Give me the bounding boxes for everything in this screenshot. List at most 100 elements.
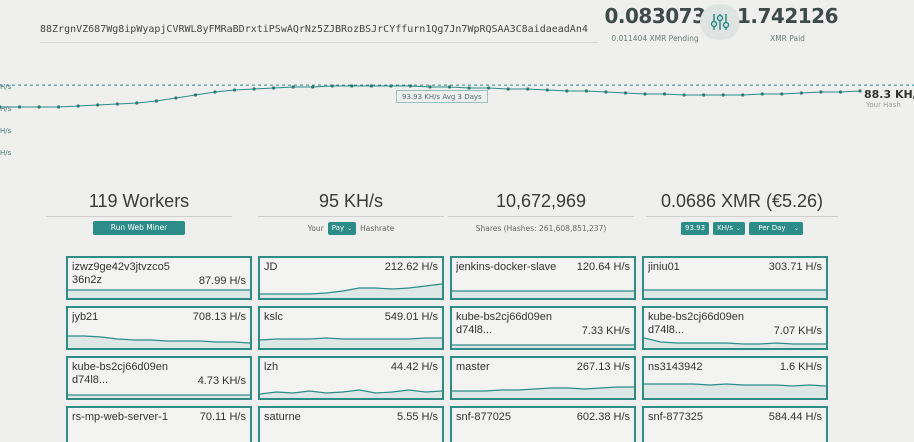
sparkline-area [68,290,250,298]
worker-hashrate: 549.01 H/s [384,311,438,323]
worker-name: lzh [264,361,279,373]
pending-balance: 0.083073 0.011404 XMR Pending [595,4,715,43]
hashrate-type-select[interactable]: Pay ⌄ [327,221,357,235]
earnings-value: 0.0686 XMR (€5.26) [660,191,824,211]
hashrate-point [741,93,745,97]
hashrate-point [311,85,315,89]
worker-name: jiniu01 [648,261,680,273]
hashrate-point [369,84,373,88]
worker-hashrate: 303.71 H/s [768,261,822,273]
worker-card[interactable]: jyb21 708.13 H/s [66,306,252,350]
shares-summary: 10,672,969 Shares (Hashes: 261,608,851,2… [448,188,634,235]
worker-card[interactable]: kube-bs2cj66d09end74l8... 7.07 KH/s [642,306,828,350]
paid-value: 1.742126 [736,4,839,28]
worker-card[interactable]: jenkins-docker-slave 120.64 H/s [450,256,636,300]
pending-value: 0.083073 [604,4,706,28]
run-web-miner-button[interactable]: Run Web Miner [92,221,186,235]
worker-card[interactable]: kslc 549.01 H/s [258,306,444,350]
worker-sparkline [68,289,250,298]
worker-sparkline [644,383,826,398]
worker-sparkline [644,337,826,348]
hashrate-point [213,90,217,94]
hashrate-point [154,99,158,103]
divider [258,216,444,217]
hashrate-point [408,84,413,88]
hashrate-point [174,96,178,100]
hashrate-point [330,84,334,88]
worker-card[interactable]: saturne 5.55 H/s [258,406,444,442]
y-axis-label: H/s [0,149,12,157]
y-axis-label: H/s [0,105,12,113]
sparkline-area [644,290,826,298]
hashrate-point [389,84,393,88]
worker-card[interactable]: jiniu01 303.71 H/s [642,256,828,300]
hashrate-point [193,93,198,97]
sparkline-line [644,337,826,345]
worker-card[interactable]: ns3143942 1.6 KH/s [642,356,828,400]
earnings-summary: 0.0686 XMR (€5.26) 93.93 KH/s ⌄ Per Day ⌄ [646,188,838,235]
workers-count: 119 Workers [88,191,190,211]
hashrate-point [350,84,354,88]
settings-button[interactable] [700,4,740,40]
hashrate-suffix: Hashrate [360,223,395,233]
worker-card[interactable]: kube-bs2cj66d09end74l8... 4.73 KH/s [66,356,252,400]
divider [46,216,232,217]
worker-card[interactable]: master 267.13 H/s [450,356,636,400]
worker-sparkline [260,283,442,298]
hashrate-point [135,101,139,105]
worker-sparkline [68,430,250,442]
hashrate-point [760,92,764,96]
worker-sparkline [452,430,634,442]
sliders-icon [710,14,730,30]
workers-summary: 119 Workers Run Web Miner [46,188,232,235]
hashrate-point [252,87,256,91]
worker-sparkline [644,289,826,298]
worker-card[interactable]: kube-bs2cj66d09end74l8... 7.33 KH/s [450,306,636,350]
hashrate-point [17,105,22,109]
worker-card[interactable]: JD 212.62 H/s [258,256,444,300]
sparkline-area [452,291,634,298]
hashrate-point [57,105,61,109]
paid-label: XMR Paid [770,34,805,43]
hashrate-point [662,92,667,96]
pending-label: 0.011404 XMR Pending [611,34,699,43]
hashrate-point [291,85,295,89]
worker-sparkline [452,386,634,398]
worker-name: jenkins-docker-slave [456,261,557,273]
earnings-rate-input[interactable]: 93.93 [681,221,710,235]
y-axis-label: H/s [0,127,12,135]
sparkline-area [260,284,442,298]
hashrate-point [272,86,276,90]
hashrate-point [858,89,862,93]
worker-hashrate: 70.11 H/s [199,411,246,423]
hashrate-point [506,87,510,91]
hashrate-point [838,90,843,94]
hashrate-point [37,105,41,109]
worker-sparkline [68,394,250,398]
worker-card[interactable]: lzh 44.42 H/s [258,356,444,400]
y-axis-label: H/s [0,83,12,91]
worker-hashrate: 212.62 H/s [384,261,438,273]
worker-hashrate: 708.13 H/s [192,311,246,323]
average-label: 93.93 KH/s Avg 3 Days [396,90,488,103]
wallet-address: 88ZrgnVZ687Wg8ipWyapjCVRWL8yFMRaBDrxtiPS… [40,17,598,43]
earnings-period-select[interactable]: Per Day ⌄ [748,221,803,235]
earnings-period-value: Per Day [758,224,786,232]
worker-sparkline [452,344,634,348]
worker-hashrate: 1.6 KH/s [779,361,822,373]
hashrate-point [819,90,823,94]
worker-sparkline [260,337,442,348]
worker-card[interactable]: snf-877025 602.38 H/s [450,406,636,442]
hashrate-point [643,92,647,96]
shares-value: 10,672,969 [495,191,587,211]
worker-card[interactable]: izwz9ge42v3jtvzco536n2z 87.99 H/s [66,256,252,300]
hashrate-point [96,103,100,107]
worker-name: kslc [264,311,283,323]
chevron-down-icon: ⌄ [793,224,799,232]
earnings-unit-select[interactable]: KH/s ⌄ [713,221,745,235]
current-hashrate-label: Your Hash [866,101,901,109]
worker-card[interactable]: rs-mp-web-server-1 70.11 H/s [66,406,252,442]
worker-card[interactable]: snf-877325 584.44 H/s [642,406,828,442]
worker-name: snf-877025 [456,411,512,423]
divider [448,216,634,217]
